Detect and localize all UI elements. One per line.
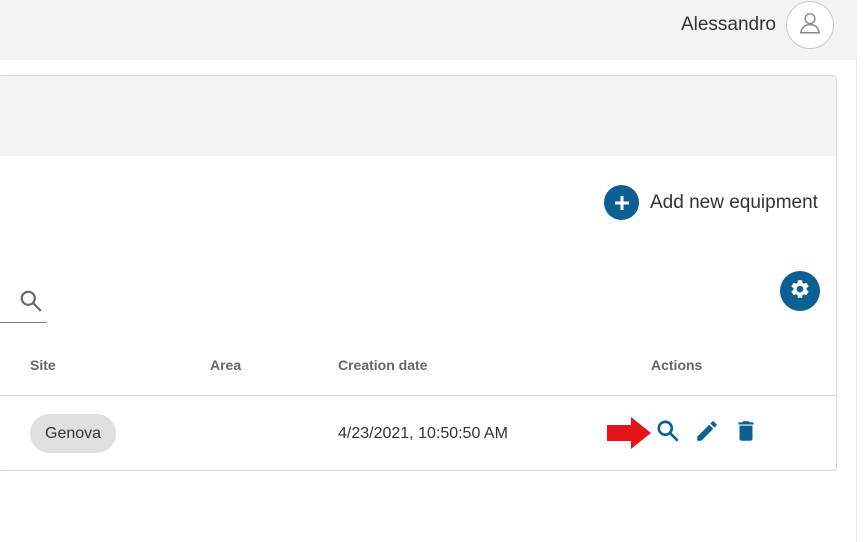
user-name[interactable]: Alessandro <box>681 14 776 36</box>
delete-icon <box>733 418 759 449</box>
user-avatar[interactable] <box>786 1 834 49</box>
header-divider <box>0 395 836 396</box>
plus-icon <box>604 185 639 220</box>
column-header-area[interactable]: Area <box>210 357 241 373</box>
edit-icon <box>694 418 720 449</box>
column-header-creation-date[interactable]: Creation date <box>338 357 427 373</box>
card-header <box>0 76 836 156</box>
search-icon <box>18 288 44 319</box>
column-header-site[interactable]: Site <box>30 357 56 373</box>
search-input[interactable] <box>0 280 47 323</box>
equipment-card <box>0 75 837 471</box>
page-scrollbar[interactable] <box>856 60 867 542</box>
add-equipment-button[interactable]: Add new equipment <box>604 185 818 220</box>
edit-button[interactable] <box>694 420 720 446</box>
table-settings-button[interactable] <box>780 271 820 311</box>
user-icon <box>797 10 823 41</box>
creation-date-cell: 4/23/2021, 10:50:50 AM <box>338 425 508 442</box>
red-arrow-icon <box>605 415 653 456</box>
add-equipment-label: Add new equipment <box>650 191 818 213</box>
gear-icon <box>789 278 811 305</box>
view-button[interactable] <box>655 418 681 449</box>
site-chip: Genova <box>30 414 117 453</box>
search-icon <box>655 418 681 449</box>
delete-button[interactable] <box>733 420 759 446</box>
column-header-actions: Actions <box>651 357 703 373</box>
